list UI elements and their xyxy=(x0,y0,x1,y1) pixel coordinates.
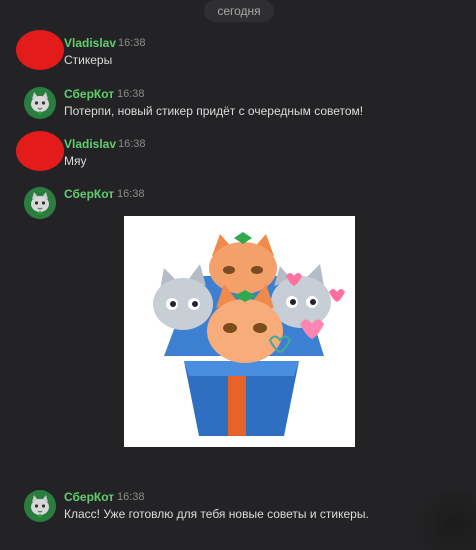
author-name[interactable]: Vladislav xyxy=(64,137,116,151)
date-divider: сегодня xyxy=(204,0,274,22)
scroll-shadow xyxy=(406,490,476,550)
user-avatar[interactable] xyxy=(16,131,64,171)
message-text: Класс! Уже готовлю для тебя новые советы… xyxy=(64,507,369,521)
user-avatar[interactable] xyxy=(16,30,64,70)
cat-avatar-icon[interactable] xyxy=(24,87,56,119)
author-name[interactable]: Vladislav xyxy=(64,36,116,50)
author-name[interactable]: СберКот xyxy=(64,87,114,101)
author-name[interactable]: СберКот xyxy=(64,187,114,201)
message-text: Стикеры xyxy=(64,53,113,67)
message-text: Мяу xyxy=(64,154,87,168)
author-name[interactable]: СберКот xyxy=(64,490,114,504)
cat-avatar-icon[interactable] xyxy=(24,490,56,522)
chat-window: сегодня Vladislav 16:38 Стикеры СберКот … xyxy=(0,0,476,550)
message-time: 16:38 xyxy=(117,188,145,200)
message-time: 16:38 xyxy=(118,138,146,150)
message-text: Потерпи, новый стикер придёт с очередным… xyxy=(64,104,364,118)
message-time: 16:38 xyxy=(118,37,146,49)
message-time: 16:38 xyxy=(117,88,145,100)
message-time: 16:38 xyxy=(117,491,145,503)
cat-avatar-icon[interactable] xyxy=(24,187,56,219)
sticker-image[interactable] xyxy=(124,216,355,447)
